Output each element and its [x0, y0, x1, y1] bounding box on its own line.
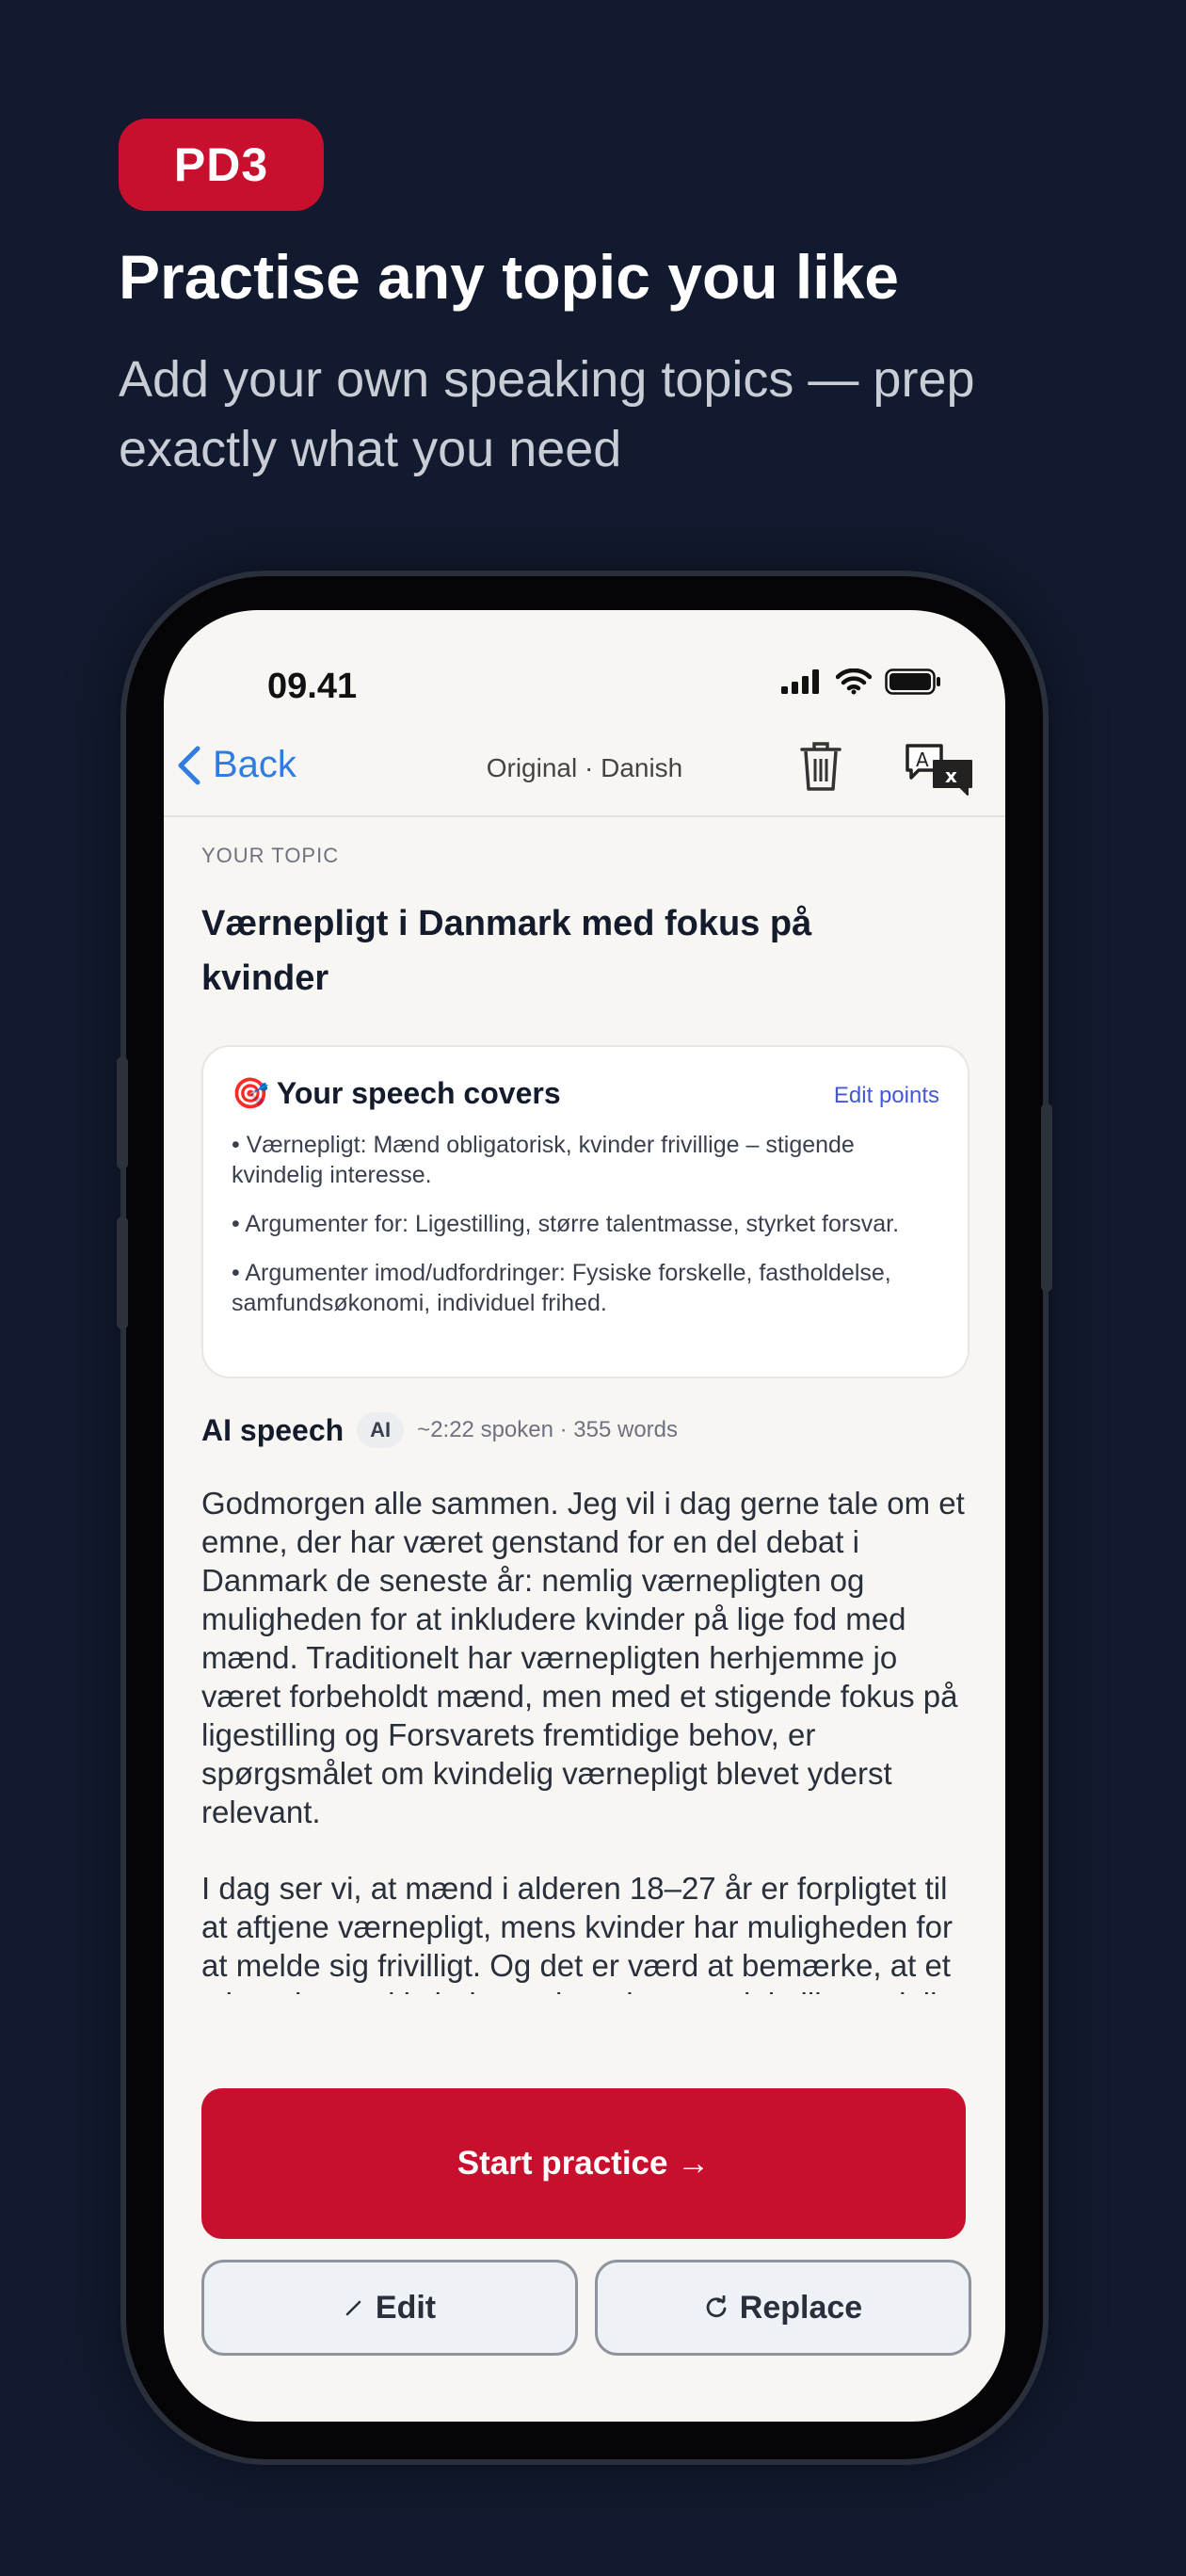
status-icons [781, 668, 941, 695]
covers-point: • Argumenter imod/udfordringer: Fysiske … [232, 1260, 891, 1316]
subline: Add your own speaking topics — prep exac… [119, 351, 975, 477]
covers-point: • Værnepligt: Mænd obligatorisk, kvinder… [232, 1132, 855, 1188]
status-time: 09.41 [267, 667, 358, 706]
edit-points-link[interactable]: Edit points [834, 1083, 939, 1109]
ai-speech-header: AI speech AI ~2:22 spoken · 355 words [201, 1412, 678, 1448]
target-icon: 🎯 [232, 1076, 269, 1110]
topic-label: YOUR TOPIC [201, 844, 340, 867]
battery-icon [885, 668, 940, 695]
refresh-icon [706, 2295, 727, 2318]
replace-button[interactable]: Replace [595, 2260, 971, 2356]
nav-bar: Back Original · Danish A x [164, 721, 1005, 817]
nav-title: Original · Danish [486, 753, 683, 782]
topic-title: Værnepligt i Danmark med fokus på kvinde… [201, 904, 812, 998]
speech-meta: ~2:22 spoken · 355 words [417, 1417, 679, 1442]
covers-points: • Værnepligt: Mænd obligatorisk, kvinder… [232, 1130, 947, 1337]
speech-covers-card: 🎯 Your speech covers Edit points • Værne… [201, 1045, 970, 1378]
phone-frame: 09.41 Back Original · Danish A x YOUR TO… [117, 576, 1052, 2459]
wifi-icon [836, 668, 872, 695]
ai-badge: AI [357, 1412, 405, 1448]
svg-text:x: x [945, 765, 957, 787]
volume-down-button [117, 1216, 128, 1329]
covers-heading-row: 🎯 Your speech covers [232, 1075, 561, 1111]
volume-up-button [117, 1056, 128, 1169]
replace-label: Replace [739, 2289, 863, 2326]
ai-speech-label: AI speech [201, 1412, 345, 1447]
speech-paragraph: I dag ser vi, at mænd i alderen 18–27 år… [201, 1871, 963, 1994]
badge: PD3 [119, 119, 324, 211]
signal-icon [781, 669, 819, 694]
edit-label: Edit [375, 2289, 437, 2326]
pencil-icon [345, 2300, 361, 2316]
power-button [1041, 1103, 1052, 1292]
covers-point: • Argumenter for: Ligestilling, større t… [232, 1211, 900, 1237]
speech-paragraph: Godmorgen alle sammen. Jeg vil i dag ger… [201, 1486, 965, 1829]
speech-text: Godmorgen alle sammen. Jeg vil i dag ger… [201, 1484, 966, 1994]
start-practice-button[interactable]: Start practice → [201, 2088, 966, 2239]
headline: Practise any topic you like [119, 242, 899, 312]
trash-icon [800, 742, 841, 791]
translate-icon: A x [906, 744, 972, 796]
delete-button[interactable] [800, 740, 841, 797]
svg-text:A: A [916, 749, 929, 771]
translate-button[interactable]: A x [904, 740, 977, 803]
edit-button[interactable]: Edit [201, 2260, 578, 2356]
phone-screen: 09.41 Back Original · Danish A x YOUR TO… [164, 610, 1005, 2422]
covers-heading: Your speech covers [276, 1075, 561, 1110]
